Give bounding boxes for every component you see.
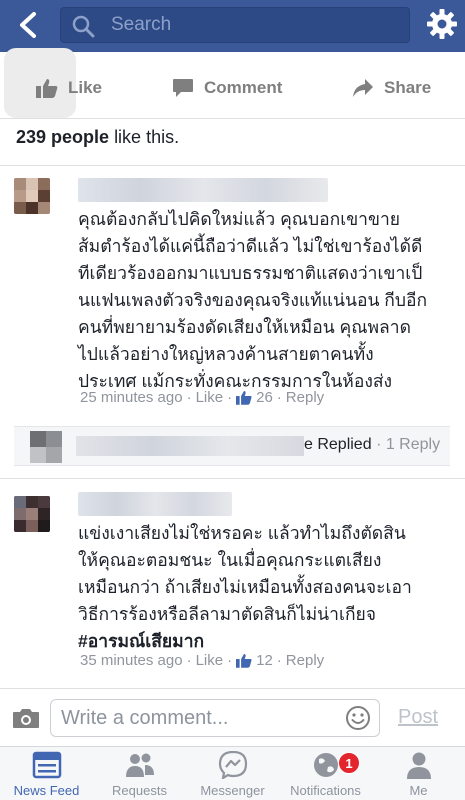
bottom-tab-bar: News Feed Requests Messenger Notificatio…	[0, 746, 465, 800]
replier-name-redacted	[76, 436, 304, 456]
likes-count: 239 people	[16, 127, 110, 147]
comment-reply-link[interactable]: Reply	[286, 652, 324, 669]
tab-label: Messenger	[200, 783, 265, 798]
dot-separator: ·	[276, 652, 282, 669]
commenter-name-redacted	[78, 178, 328, 202]
globe-icon	[313, 753, 338, 777]
comment-timestamp[interactable]: 35 minutes ago	[80, 652, 183, 669]
thumbs-up-icon	[236, 390, 252, 405]
comment-meta: 25 minutes ago · Like · 26 · Reply	[80, 389, 324, 406]
comment-line: วิธีการร้องหรือลีลามาตัดสินก็ไม่น่าเกียจ	[78, 604, 377, 624]
top-bar: Search	[0, 0, 465, 52]
comment-body: คุณต้องกลับไปคิดใหม่แล้ว คุณบอกเขาขาย ส้…	[78, 206, 427, 395]
commenter-name-redacted	[78, 492, 232, 516]
news-feed-icon	[32, 751, 61, 779]
back-arrow-icon[interactable]	[14, 10, 42, 40]
comment-line: แข่งเงาเสียงไม่ใช่หรอคะ แล้วทำไมถึงตัดสิ…	[78, 523, 406, 543]
avatar[interactable]	[14, 178, 50, 214]
comment-label: Comment	[204, 78, 283, 97]
share-arrow-icon	[353, 79, 373, 97]
person-icon	[406, 752, 431, 779]
comment-line: ทีเดียวร้องออกมาแบบธรรมชาติแสดงว่าเขาเป็	[78, 263, 423, 283]
comment-like-count[interactable]: 12	[256, 652, 273, 669]
messenger-icon	[218, 751, 247, 779]
friend-requests-icon	[125, 753, 154, 777]
tab-label: News Feed	[13, 783, 80, 798]
comment-bubble-icon	[173, 79, 193, 97]
dot-separator: ·	[276, 389, 282, 406]
camera-icon[interactable]	[12, 706, 40, 730]
dot-separator: ·	[186, 652, 192, 669]
tab-label: Requests	[112, 783, 167, 798]
tab-label: Me	[409, 783, 428, 798]
avatar[interactable]	[14, 496, 50, 532]
tab-requests[interactable]: Requests	[93, 751, 186, 800]
tab-news-feed[interactable]: News Feed	[0, 751, 93, 800]
like-button[interactable]: Like	[36, 60, 102, 116]
replied-text: e Replied · 1 Reply	[304, 436, 440, 454]
dot-separator: ·	[227, 389, 233, 406]
comment-line: คุณต้องกลับไปคิดใหม่แล้ว คุณบอกเขาขาย	[78, 209, 401, 229]
comment-like-link[interactable]: Like	[196, 652, 224, 669]
replied-label: e Replied	[304, 436, 372, 453]
share-button[interactable]: Share	[352, 60, 431, 116]
thumbs-up-icon	[36, 79, 58, 98]
comment-input-placeholder: Write a comment...	[61, 707, 229, 729]
search-input[interactable]: Search	[60, 7, 410, 43]
divider	[0, 478, 465, 479]
thumbs-up-icon	[236, 653, 252, 668]
comment-like-count[interactable]: 26	[256, 389, 273, 406]
gear-icon[interactable]	[426, 8, 458, 40]
post-actions: Like Comment Share	[0, 60, 465, 116]
divider	[0, 165, 465, 166]
comment-line: ไปแล้วอย่างใหญ่หลวงค้านสายตาคนทั้ง	[78, 344, 374, 364]
comment-button[interactable]: Comment	[172, 60, 282, 116]
notifications-badge: 1	[338, 752, 360, 774]
search-icon	[72, 15, 95, 38]
divider	[0, 688, 465, 689]
search-placeholder: Search	[111, 14, 172, 35]
like-label: Like	[68, 78, 103, 97]
tab-label: Notifications	[290, 783, 361, 798]
comment-line: ส้มตำร้องได้แค่นี้ถือว่าดีแล้ว ไม่ใช่เขา…	[78, 236, 423, 256]
share-label: Share	[384, 78, 432, 97]
replies-summary[interactable]: e Replied · 1 Reply	[14, 426, 450, 466]
dot-separator: ·	[227, 652, 233, 669]
tab-messenger[interactable]: Messenger	[186, 751, 279, 800]
comment-line: ให้คุณอะตอมชนะ ในเมื่อคุณกระแตเสียง	[78, 550, 382, 570]
divider	[0, 118, 465, 119]
comment-like-link[interactable]: Like	[196, 389, 224, 406]
comment-line: คนที่พยายามร้องดัดเสียงให้เหมือน คุณพลาด	[78, 317, 411, 337]
tab-me[interactable]: Me	[372, 751, 465, 800]
comment-body: แข่งเงาเสียงไม่ใช่หรอคะ แล้วทำไมถึงตัดสิ…	[78, 520, 412, 655]
comment-line: เหมือนกว่า ถ้าเสียงไม่เหมือนทั้งสองคนจะเ…	[78, 577, 412, 597]
emoji-icon[interactable]	[345, 705, 371, 731]
avatar	[30, 431, 62, 463]
comment-timestamp[interactable]: 25 minutes ago	[80, 389, 183, 406]
post-button[interactable]: Post	[398, 706, 438, 729]
likes-summary[interactable]: 239 people like this.	[16, 127, 179, 148]
comment-reply-link[interactable]: Reply	[286, 389, 324, 406]
comment-input[interactable]: Write a comment...	[50, 699, 380, 737]
hashtag-link[interactable]: #อารมณ์เสียมาก	[78, 628, 412, 655]
reply-count: · 1 Reply	[376, 436, 441, 453]
dot-separator: ·	[186, 389, 192, 406]
comment-line: นแฟนเพลงตัวจริงของคุณจริงแท้แน่นอน กีบอี…	[78, 290, 428, 310]
comment-meta: 35 minutes ago · Like · 12 · Reply	[80, 652, 324, 669]
likes-suffix: like this.	[114, 127, 180, 147]
